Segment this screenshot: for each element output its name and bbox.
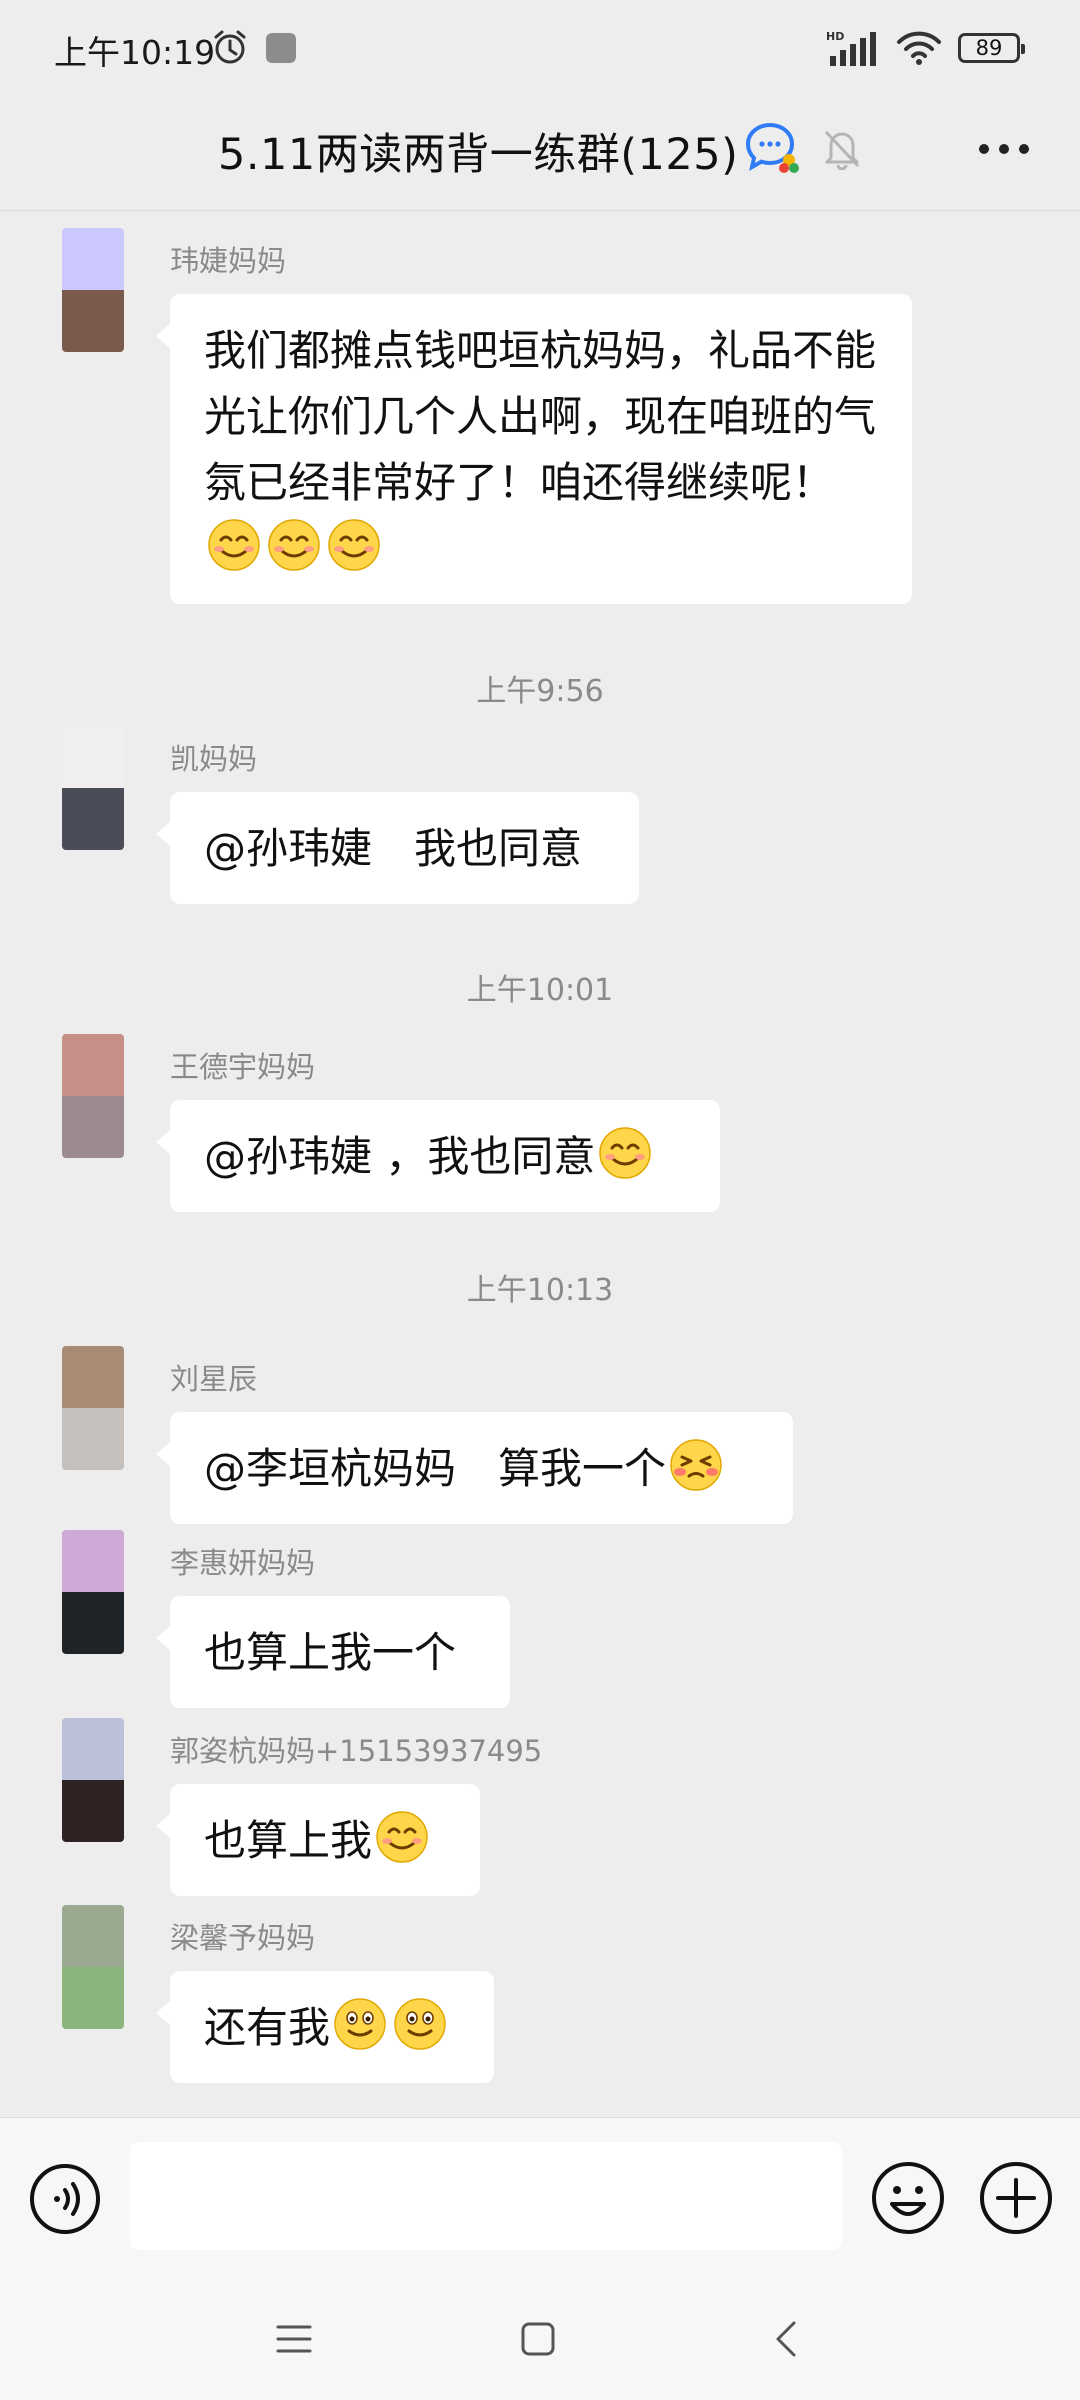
- sender-name: 玮婕妈妈: [170, 244, 287, 278]
- status-bar: 上午10:19 HD 89: [0, 0, 1080, 96]
- avatar-bottom: [62, 1780, 124, 1842]
- chat-header: 5.11两读两背一练群(125): [0, 96, 1080, 211]
- sender-name: 王德宇妈妈: [170, 1050, 316, 1084]
- message-text: @孙玮婕 ，我也同意: [204, 1132, 596, 1181]
- more-icon[interactable]: [978, 142, 1030, 156]
- avatar-top: [62, 1034, 124, 1096]
- avatar[interactable]: [62, 1034, 124, 1158]
- avatar-top: [62, 228, 124, 290]
- message-bubble[interactable]: 还有我: [156, 1971, 494, 2083]
- chat-bubble-icon[interactable]: [742, 120, 802, 176]
- home-icon[interactable]: [518, 2319, 558, 2359]
- message-bubble[interactable]: @孙玮婕 我也同意: [156, 792, 639, 904]
- message-text: 我们都摊点钱吧垣杭妈妈，礼品不能光让你们几个人出啊，现在咱班的气氛已经非常好了！…: [204, 326, 877, 507]
- message-text: @孙玮婕 我也同意: [204, 824, 583, 873]
- system-nav-bar: [0, 2283, 1080, 2400]
- avatar[interactable]: [62, 1530, 124, 1654]
- avatar-bottom: [62, 788, 124, 850]
- message-text: @李垣杭妈妈 算我一个: [204, 1444, 667, 1493]
- message-text: 还有我: [204, 2003, 331, 2052]
- avatar-top: [62, 1530, 124, 1592]
- sender-name: 李惠妍妈妈: [170, 1546, 316, 1580]
- sender-name: 郭姿杭妈妈+15153937495: [170, 1734, 543, 1768]
- message-bubble[interactable]: 也算上我: [156, 1784, 480, 1896]
- avatar[interactable]: [62, 1905, 124, 2029]
- network-type-label: HD: [826, 30, 844, 43]
- avatar-top: [62, 1346, 124, 1408]
- sender-name: 刘星辰: [170, 1362, 258, 1396]
- avatar-bottom: [62, 290, 124, 352]
- message-bubble[interactable]: @孙玮婕 ，我也同意: [156, 1100, 720, 1212]
- smile-emoji-icon: [268, 519, 320, 571]
- wifi-icon: [897, 31, 941, 65]
- smile-emoji-icon: [599, 1127, 652, 1179]
- timestamp: 上午9:56: [476, 674, 604, 709]
- alarm-icon: [214, 30, 246, 64]
- avatar-bottom: [62, 1967, 124, 2029]
- message-bubble[interactable]: 我们都摊点钱吧垣杭妈妈，礼品不能光让你们几个人出啊，现在咱班的气氛已经非常好了！…: [156, 294, 912, 604]
- grin-emoji-icon: [394, 1998, 446, 2050]
- timestamp: 上午10:01: [466, 973, 614, 1008]
- app-notification-icon: [266, 33, 296, 63]
- input-bar: [0, 2117, 1080, 2284]
- grin-emoji-icon: [334, 1998, 386, 2050]
- battery-indicator: 89: [958, 33, 1025, 63]
- message-text: 也算上我一个: [204, 1628, 457, 1677]
- plus-icon[interactable]: [978, 2160, 1054, 2236]
- avatar-top: [62, 726, 124, 788]
- avatar-bottom: [62, 1096, 124, 1158]
- status-indicators: HD 89: [826, 26, 1025, 70]
- battery-level: 89: [975, 36, 1003, 60]
- cellular-signal-icon: HD: [826, 30, 876, 66]
- shy-emoji-icon: [670, 1439, 722, 1491]
- timestamp: 上午10:13: [466, 1273, 614, 1308]
- message-bubble[interactable]: @李垣杭妈妈 算我一个: [156, 1412, 793, 1524]
- sender-name: 梁馨予妈妈: [170, 1921, 316, 1955]
- status-time: 上午10:19: [54, 33, 216, 72]
- voice-icon[interactable]: [29, 2163, 101, 2235]
- smile-emoji-icon: [208, 519, 260, 571]
- bell-muted-icon[interactable]: [822, 126, 862, 170]
- smile-emoji-icon: [328, 519, 380, 571]
- menu-icon[interactable]: [274, 2321, 314, 2357]
- back-icon[interactable]: [770, 2319, 802, 2359]
- smile-emoji-icon: [376, 1811, 428, 1863]
- sender-name: 凯妈妈: [170, 742, 258, 776]
- avatar[interactable]: [62, 228, 124, 352]
- message-bubble[interactable]: 也算上我一个: [156, 1596, 510, 1708]
- avatar-bottom: [62, 1592, 124, 1654]
- avatar[interactable]: [62, 1346, 124, 1470]
- chat-title[interactable]: 5.11两读两背一练群(125): [218, 120, 738, 182]
- avatar-top: [62, 1905, 124, 1967]
- avatar[interactable]: [62, 726, 124, 850]
- message-text: 也算上我: [204, 1816, 373, 1865]
- avatar-bottom: [62, 1408, 124, 1470]
- message-input[interactable]: [130, 2142, 842, 2250]
- avatar[interactable]: [62, 1718, 124, 1842]
- emoji-icon[interactable]: [870, 2160, 946, 2236]
- avatar-top: [62, 1718, 124, 1780]
